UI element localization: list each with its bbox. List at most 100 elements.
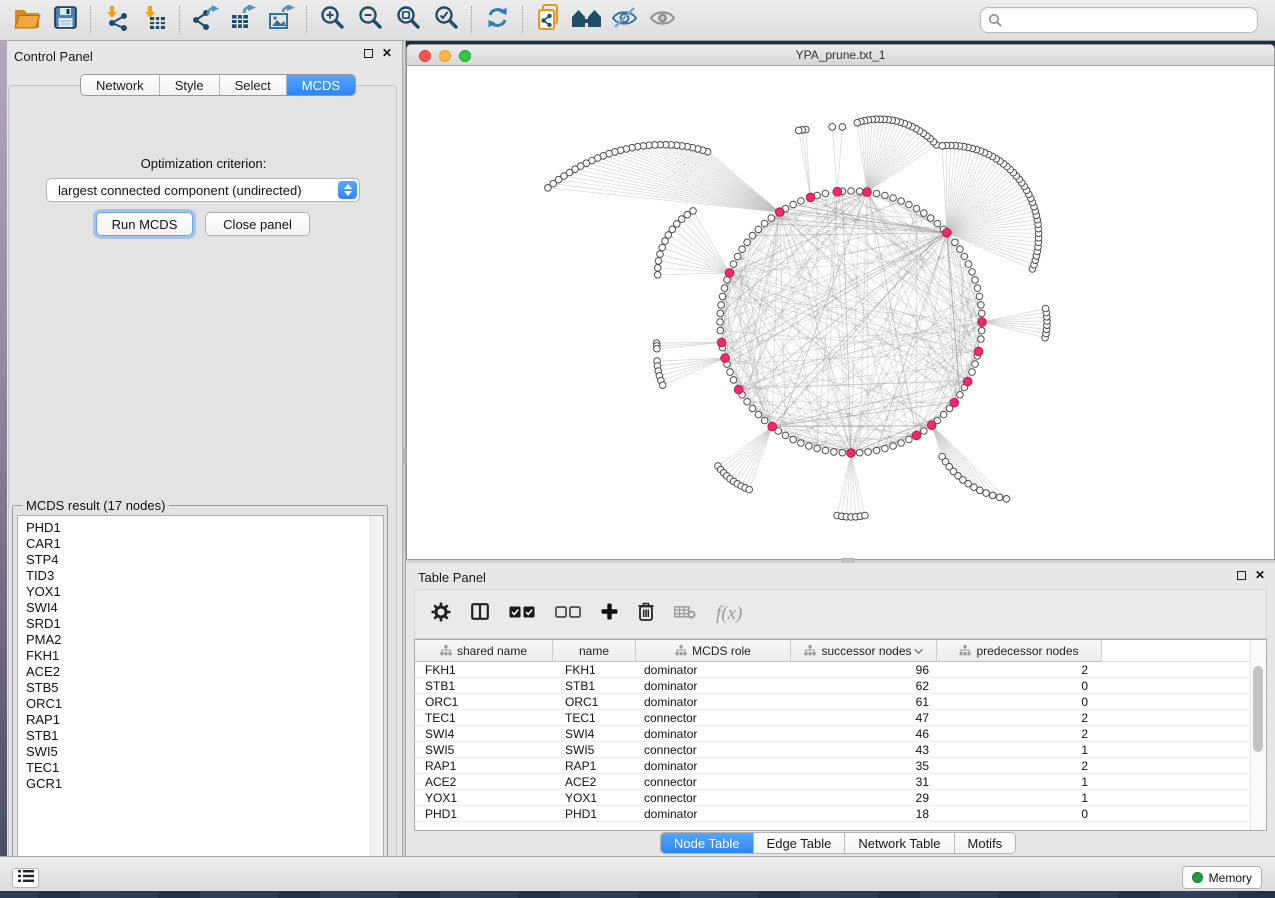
- mcds-result-item[interactable]: STB5: [18, 680, 383, 696]
- graph-node[interactable]: [854, 119, 861, 126]
- graph-node[interactable]: [856, 449, 863, 456]
- memory-button[interactable]: Memory: [1182, 866, 1262, 889]
- graph-node[interactable]: [978, 310, 985, 317]
- graph-node[interactable]: [977, 487, 984, 494]
- graph-mcds-node[interactable]: [833, 187, 842, 196]
- close-panel-icon[interactable]: ✕: [382, 48, 392, 58]
- graph-node[interactable]: [739, 246, 746, 253]
- graph-node[interactable]: [873, 190, 880, 197]
- graph-node[interactable]: [749, 405, 756, 412]
- graph-node[interactable]: [882, 445, 889, 452]
- graph-node[interactable]: [721, 285, 728, 292]
- graph-node[interactable]: [965, 261, 972, 268]
- graph-node[interactable]: [654, 345, 661, 352]
- hide-selected-button[interactable]: [607, 4, 641, 36]
- export-network-button[interactable]: [188, 4, 222, 36]
- graph-node[interactable]: [862, 512, 869, 519]
- mcds-result-item[interactable]: ORC1: [18, 696, 383, 712]
- graph-node[interactable]: [717, 319, 724, 326]
- graph-node[interactable]: [814, 445, 821, 452]
- graph-mcds-node[interactable]: [912, 431, 921, 440]
- create-column-button[interactable]: [601, 603, 618, 625]
- graph-mcds-node[interactable]: [721, 354, 730, 363]
- graph-node[interactable]: [655, 258, 662, 265]
- graph-node[interactable]: [952, 239, 959, 246]
- tab-select[interactable]: Select: [220, 75, 287, 95]
- graph-node[interactable]: [662, 238, 669, 245]
- graph-node[interactable]: [719, 293, 726, 300]
- graph-node[interactable]: [746, 486, 753, 493]
- graph-mcds-node[interactable]: [847, 449, 856, 458]
- graph-node[interactable]: [972, 277, 979, 284]
- graph-node[interactable]: [996, 494, 1003, 501]
- graph-node[interactable]: [730, 261, 737, 268]
- graph-node[interactable]: [865, 449, 872, 456]
- graph-node[interactable]: [882, 192, 889, 199]
- zoom-selected-button[interactable]: [429, 4, 463, 36]
- node-table[interactable]: shared namenameMCDS rolesuccessor nodesp…: [414, 639, 1267, 831]
- graph-node[interactable]: [761, 417, 768, 424]
- graph-node[interactable]: [659, 382, 666, 389]
- graph-mcds-node[interactable]: [978, 318, 987, 327]
- show-all-button[interactable]: [645, 4, 679, 36]
- graph-node[interactable]: [822, 447, 829, 454]
- graph-node[interactable]: [890, 443, 897, 450]
- graph-node[interactable]: [734, 253, 741, 260]
- graph-node[interactable]: [717, 310, 724, 317]
- optimization-criterion-select[interactable]: largest connected component (undirected): [46, 178, 360, 202]
- graph-node[interactable]: [957, 246, 964, 253]
- table-row[interactable]: ACE2ACE2connector311: [415, 774, 1266, 790]
- table-scrollbar[interactable]: [1250, 641, 1265, 830]
- tab-node-table[interactable]: Node Table: [661, 833, 754, 853]
- graph-mcds-node[interactable]: [950, 398, 959, 407]
- graph-node[interactable]: [790, 436, 797, 443]
- zoom-fit-button[interactable]: [391, 4, 425, 36]
- graph-node[interactable]: [545, 185, 552, 192]
- graph-node[interactable]: [974, 285, 981, 292]
- mcds-result-item[interactable]: FKH1: [18, 648, 383, 664]
- graph-node[interactable]: [978, 302, 985, 309]
- graph-node[interactable]: [976, 293, 983, 300]
- tab-network[interactable]: Network: [81, 75, 160, 95]
- tab-style[interactable]: Style: [160, 75, 220, 95]
- graph-node[interactable]: [939, 143, 946, 150]
- column-header-successor-nodes[interactable]: successor nodes: [791, 640, 937, 662]
- float-panel-icon[interactable]: [364, 49, 373, 58]
- tab-network-table[interactable]: Network Table: [845, 833, 954, 853]
- graph-node[interactable]: [768, 215, 775, 222]
- mcds-result-item[interactable]: TID3: [18, 568, 383, 584]
- import-network-button[interactable]: [99, 4, 133, 36]
- graph-mcds-node[interactable]: [775, 208, 784, 217]
- graph-node[interactable]: [934, 220, 941, 227]
- graph-node[interactable]: [806, 443, 813, 450]
- show-column-panel-button[interactable]: [471, 603, 489, 625]
- graph-node[interactable]: [890, 195, 897, 202]
- graph-node[interactable]: [983, 490, 990, 497]
- new-network-from-selection-button[interactable]: [531, 4, 565, 36]
- search-field[interactable]: [980, 7, 1258, 33]
- mcds-result-item[interactable]: ACE2: [18, 664, 383, 680]
- mcds-result-item[interactable]: YOX1: [18, 584, 383, 600]
- graph-node[interactable]: [744, 239, 751, 246]
- panel-menu-button[interactable]: [12, 868, 39, 888]
- graph-node[interactable]: [782, 432, 789, 439]
- graph-node[interactable]: [969, 369, 976, 376]
- graph-node[interactable]: [761, 220, 768, 227]
- graph-node[interactable]: [654, 265, 661, 272]
- graph-node[interactable]: [961, 253, 968, 260]
- graph-node[interactable]: [795, 127, 802, 134]
- graph-mcds-node[interactable]: [963, 377, 972, 386]
- graph-node[interactable]: [906, 201, 913, 208]
- delete-column-button[interactable]: [638, 602, 654, 626]
- table-row[interactable]: ORC1ORC1dominator610: [415, 694, 1266, 710]
- table-row[interactable]: SWI5SWI5connector431: [415, 742, 1266, 758]
- close-panel-icon[interactable]: ✕: [1255, 570, 1265, 580]
- graph-mcds-node[interactable]: [863, 188, 872, 197]
- tab-edge-table[interactable]: Edge Table: [754, 833, 846, 853]
- float-panel-icon[interactable]: [1237, 571, 1246, 580]
- mcds-result-item[interactable]: GCR1: [18, 776, 383, 792]
- graph-node[interactable]: [913, 205, 920, 212]
- graph-node[interactable]: [684, 211, 691, 218]
- graph-mcds-node[interactable]: [725, 269, 734, 278]
- network-canvas[interactable]: [407, 66, 1274, 560]
